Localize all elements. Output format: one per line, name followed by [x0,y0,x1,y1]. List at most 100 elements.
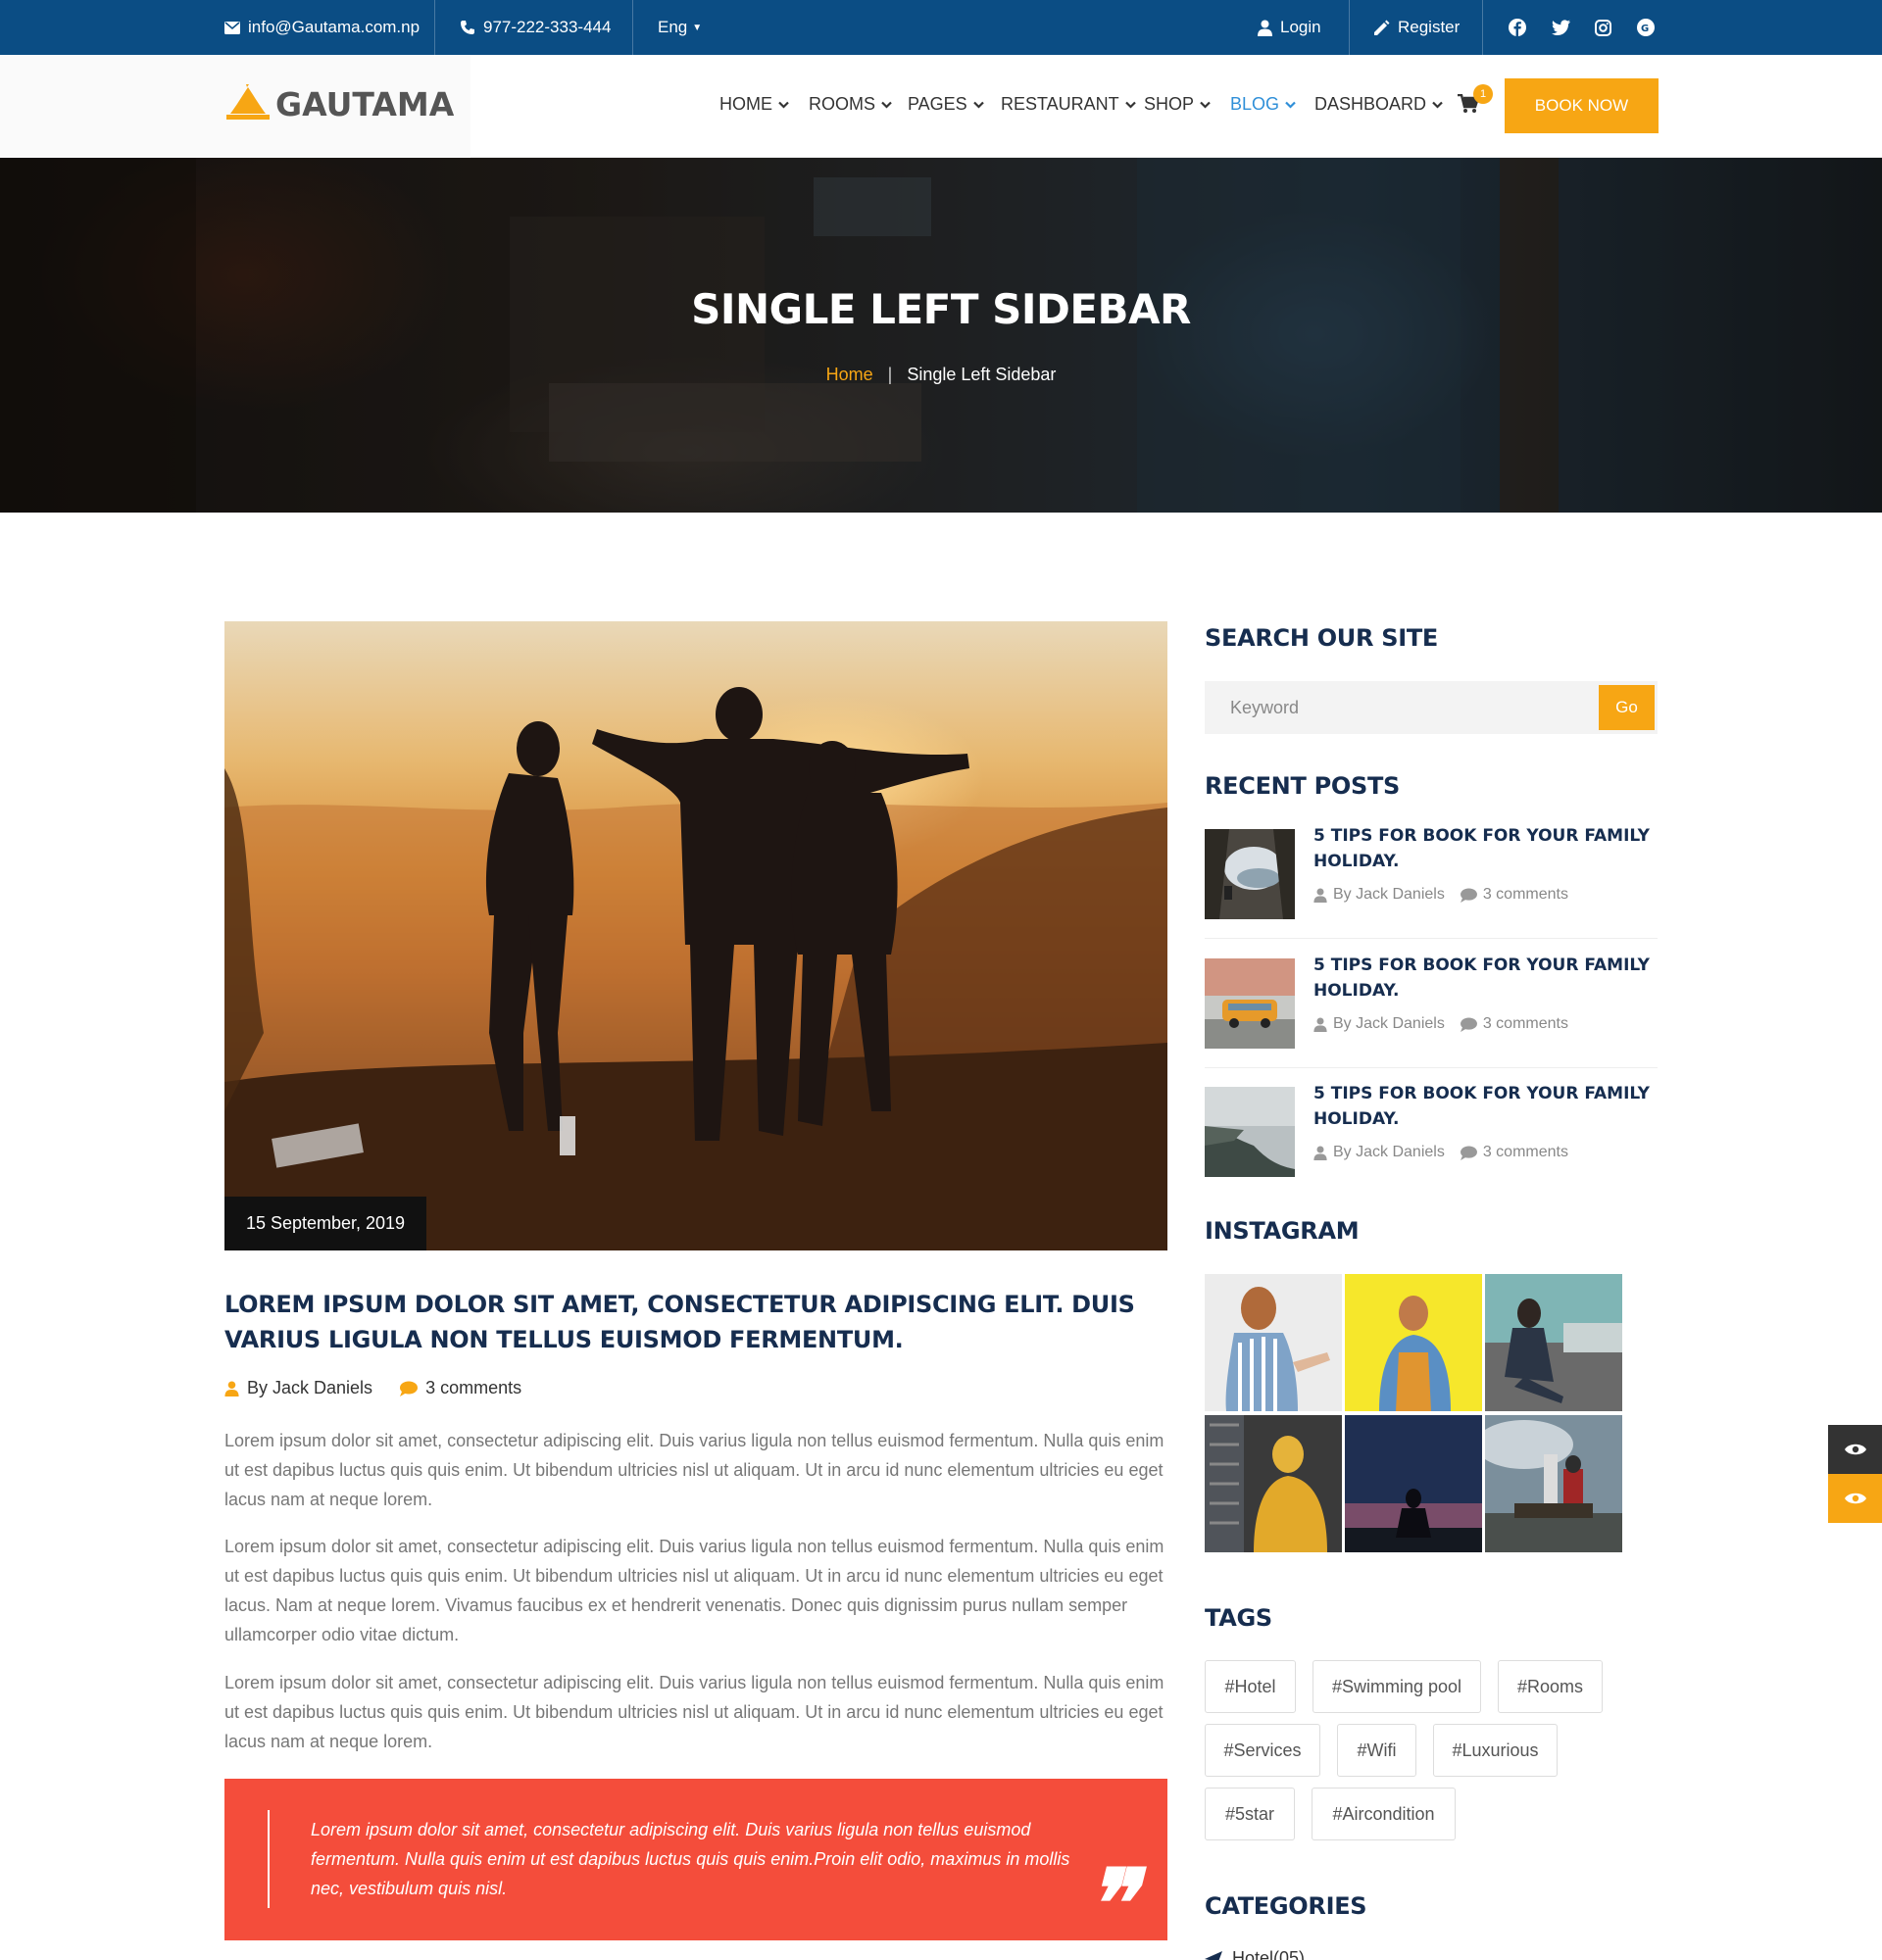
eye-icon [1844,1493,1866,1504]
tag-swimming-pool[interactable]: #Swimming pool [1312,1660,1481,1713]
recent-post-title[interactable]: 5 TIPS FOR BOOK FOR YOUR FAMILY HOLIDAY. [1313,953,1657,1004]
page-title: SINGLE LEFT SIDEBAR [691,285,1191,333]
breadcrumb-home-link[interactable]: Home [826,365,873,384]
preview-toggle-button[interactable] [1828,1474,1882,1523]
recent-post-author-text: By Jack Daniels [1333,1144,1445,1160]
user-icon [1313,1145,1327,1160]
tag-aircondition[interactable]: #Aircondition [1312,1788,1456,1840]
tag-luxurious[interactable]: #Luxurious [1433,1724,1558,1777]
chevron-down-icon [1200,101,1211,109]
google-plus-icon: G [1637,19,1655,36]
chevron-down-icon [972,101,984,109]
post-date-badge: 15 September, 2019 [224,1197,426,1250]
logo-area: GAUTAMA [0,55,470,158]
tag-rooms[interactable]: #Rooms [1498,1660,1603,1713]
category-item[interactable]: Hotel(05) [1205,1948,1305,1960]
cart-count-badge: 1 [1473,84,1493,104]
post-title: LOREM IPSUM DOLOR SIT AMET, CONSECTETUR … [224,1291,1135,1353]
facebook-link[interactable] [1509,0,1534,55]
instagram-photo[interactable] [1485,1274,1622,1411]
breadcrumb: Home | Single Left Sidebar [0,365,1882,385]
email-text: info@Gautama.com.np [248,18,421,36]
recent-post-comments-text: 3 comments [1482,1144,1568,1160]
chevron-down-icon [778,101,789,109]
recent-post-title[interactable]: 5 TIPS FOR BOOK FOR YOUR FAMILY HOLIDAY. [1313,1081,1657,1132]
nav-home[interactable]: HOME [719,94,789,115]
recent-post-meta: By Jack Daniels 3 comments [1313,886,1584,904]
language-select[interactable]: Eng ▼ [658,0,702,55]
divider [632,0,633,55]
logo[interactable]: GAUTAMA [224,84,454,123]
recent-posts-heading: RECENT POSTS [1205,772,1401,800]
recent-post-item[interactable]: 5 TIPS FOR BOOK FOR YOUR FAMILY HOLIDAY.… [1205,949,1658,1068]
nav-label: ROOMS [809,94,876,114]
user-icon [1313,1016,1327,1032]
recent-post-author-text: By Jack Daniels [1333,1015,1445,1032]
register-link[interactable]: Register [1373,0,1460,55]
user-icon [1313,887,1327,903]
tag-services[interactable]: #Services [1205,1724,1320,1777]
register-label: Register [1398,18,1461,36]
post-author-text: By Jack Daniels [247,1378,373,1397]
recent-post-item[interactable]: 5 TIPS FOR BOOK FOR YOUR FAMILY HOLIDAY.… [1205,819,1658,939]
nav-shop[interactable]: SHOP [1144,94,1211,115]
post-comments[interactable]: 3 comments [400,1378,521,1398]
google-plus-link[interactable]: G [1637,0,1662,55]
tags-heading: TAGS [1205,1604,1272,1632]
top-bar: info@Gautama.com.np 977-222-333-444 Eng … [0,0,1882,55]
recent-post-author: By Jack Daniels [1313,886,1445,904]
nav-blog[interactable]: BLOG [1230,94,1296,115]
chevron-down-icon [1285,101,1296,109]
post-paragraph: Lorem ipsum dolor sit amet, consectetur … [224,1431,1164,1509]
recent-post-thumbnail [1205,829,1295,919]
post-comments-text: 3 comments [425,1378,522,1397]
paper-plane-icon [1205,1950,1222,1960]
chevron-down-icon [1124,101,1136,109]
recent-post-item[interactable]: 5 TIPS FOR BOOK FOR YOUR FAMILY HOLIDAY.… [1205,1077,1658,1197]
quote-mark-icon: ❞ [1085,1848,1136,1959]
nav-pages[interactable]: PAGES [908,94,984,115]
nav-dashboard[interactable]: DASHBOARD [1314,94,1443,115]
language-label: Eng [658,18,688,36]
recent-post-author: By Jack Daniels [1313,1144,1445,1161]
login-link[interactable]: Login [1258,0,1321,55]
book-now-button[interactable]: BOOK NOW [1505,78,1659,133]
tag-5star[interactable]: #5star [1205,1788,1295,1840]
phone-link[interactable]: 977-222-333-444 [460,0,611,55]
pencil-icon [1374,20,1390,35]
recent-post-comments: 3 comments [1460,1144,1568,1161]
tag-wifi[interactable]: #Wifi [1337,1724,1416,1777]
instagram-photo[interactable] [1345,1415,1482,1552]
instagram-photo[interactable] [1485,1415,1622,1552]
comment-icon [400,1381,419,1396]
comment-icon [1460,887,1477,903]
page-banner: SINGLE LEFT SIDEBAR Home | Single Left S… [0,158,1882,513]
post-paragraph: Lorem ipsum dolor sit amet, consectetur … [224,1537,1164,1644]
recent-post-title[interactable]: 5 TIPS FOR BOOK FOR YOUR FAMILY HOLIDAY. [1313,823,1657,874]
search-go-button[interactable]: Go [1599,685,1655,730]
post-paragraph: Lorem ipsum dolor sit amet, consectetur … [224,1673,1164,1751]
instagram-photo[interactable] [1205,1274,1342,1411]
search-input[interactable] [1205,681,1597,734]
post-author[interactable]: By Jack Daniels [224,1378,372,1398]
nav-rooms[interactable]: ROOMS [809,94,892,115]
instagram-photo[interactable] [1345,1274,1482,1411]
nav-label: BLOG [1230,94,1280,114]
divider [1482,0,1483,55]
preview-toggle-button[interactable] [1828,1425,1882,1474]
nav-restaurant[interactable]: RESTAURANT [1001,94,1136,115]
recent-post-comments: 3 comments [1460,1015,1568,1033]
categories-heading: CATEGORIES [1205,1892,1367,1920]
instagram-photo[interactable] [1205,1415,1342,1552]
divider [434,0,435,55]
nav-label: PAGES [908,94,967,114]
banner-overlay [0,158,1882,513]
tag-hotel[interactable]: #Hotel [1205,1660,1296,1713]
instagram-link[interactable] [1595,0,1619,55]
twitter-icon [1552,20,1570,35]
email-link[interactable]: info@Gautama.com.np [224,0,420,55]
comment-icon [1460,1016,1477,1032]
blockquote: Lorem ipsum dolor sit amet, consectetur … [224,1779,1167,1951]
nav-label: SHOP [1144,94,1195,114]
twitter-link[interactable] [1552,0,1578,55]
